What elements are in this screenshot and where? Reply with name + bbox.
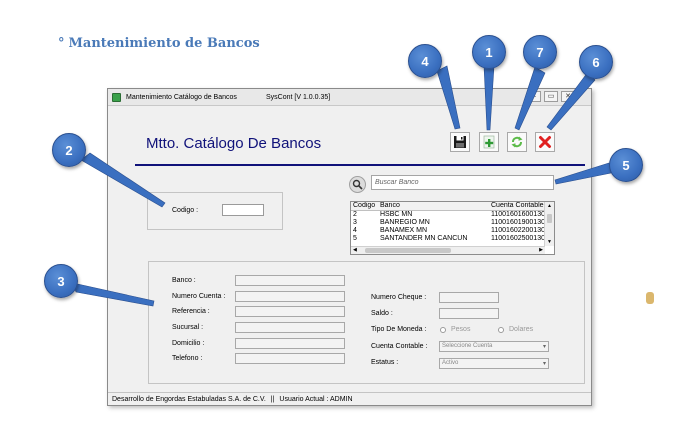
cuenta-contable-select[interactable]: Seleccione Cuenta ▾ bbox=[439, 341, 549, 352]
minimize-icon[interactable]: – bbox=[527, 91, 541, 102]
grid-vertical-scrollbar[interactable]: ▲ ▼ bbox=[544, 202, 554, 246]
save-icon bbox=[454, 136, 466, 148]
close-icon[interactable]: ✕ bbox=[561, 91, 575, 102]
row-banco: BANREGIO MN bbox=[380, 219, 430, 226]
domicilio-label: Domicilio : bbox=[172, 340, 205, 347]
form-title: Mtto. Catálogo De Bancos bbox=[146, 135, 322, 152]
callout-badge-7: 7 bbox=[523, 35, 557, 69]
telefono-label: Telefono : bbox=[172, 355, 203, 362]
window-title: Mantenimiento Catálogo de Bancos bbox=[126, 94, 237, 101]
row-banco: SANTANDER MN CANCUN bbox=[380, 235, 468, 242]
row-cuenta: 11001602200130 bbox=[491, 227, 545, 234]
dolares-radio[interactable] bbox=[498, 327, 504, 333]
estatus-value: Activo bbox=[442, 360, 459, 366]
tipo-moneda-label: Tipo De Moneda : bbox=[371, 326, 427, 333]
title-divider bbox=[135, 164, 585, 166]
codigo-label: Codigo : bbox=[172, 207, 199, 214]
row-cuenta: 11001601600130 bbox=[491, 211, 545, 218]
save-button[interactable] bbox=[450, 132, 470, 152]
row-banco: BANAMEX MN bbox=[380, 227, 428, 234]
callout-badge-3: 3 bbox=[44, 264, 78, 298]
decorative-blotch bbox=[646, 292, 654, 304]
grid-horizontal-scrollbar[interactable]: ◀ ▶ bbox=[351, 246, 545, 254]
chevron-down-icon: ▾ bbox=[542, 361, 546, 367]
search-button[interactable] bbox=[349, 176, 366, 193]
telefono-field[interactable] bbox=[235, 353, 345, 364]
status-company: Desarrollo de Engordas Estabuladas S.A. … bbox=[112, 396, 266, 403]
table-row[interactable]: 5 SANTANDER MN CANCUN 11001602500130 bbox=[351, 235, 545, 242]
status-bar: Desarrollo de Engordas Estabuladas S.A. … bbox=[108, 392, 591, 405]
add-button[interactable] bbox=[479, 132, 499, 152]
codigo-group: Codigo : bbox=[147, 192, 283, 230]
maximize-icon[interactable]: ▭ bbox=[544, 91, 558, 102]
heading-bullet: ° bbox=[58, 36, 65, 51]
scroll-up-icon[interactable]: ▲ bbox=[547, 203, 552, 209]
status-user: Usuario Actual : ADMIN bbox=[279, 396, 353, 403]
search-input[interactable]: Buscar Banco bbox=[371, 175, 554, 190]
window-version: SysCont [V 1.0.0.35] bbox=[266, 94, 331, 101]
delete-button[interactable] bbox=[535, 132, 555, 152]
title-bar: Mantenimiento Catálogo de Bancos SysCont… bbox=[108, 89, 591, 106]
row-banco: HSBC MN bbox=[380, 211, 413, 218]
row-codigo: 2 bbox=[353, 211, 357, 218]
saldo-field[interactable] bbox=[439, 308, 499, 319]
table-row[interactable]: 2 HSBC MN 11001601600130 bbox=[351, 211, 545, 219]
sucursal-label: Sucursal : bbox=[172, 324, 204, 331]
estatus-label: Estatus : bbox=[371, 359, 399, 366]
table-row[interactable]: 4 BANAMEX MN 11001602200130 bbox=[351, 227, 545, 235]
chevron-down-icon: ▾ bbox=[542, 344, 546, 350]
magnifier-icon bbox=[352, 179, 363, 190]
row-codigo: 4 bbox=[353, 227, 357, 234]
column-header[interactable]: Banco bbox=[380, 202, 488, 209]
numero-cuenta-field[interactable] bbox=[235, 291, 345, 302]
domicilio-field[interactable] bbox=[235, 338, 345, 349]
numero-cuenta-label: Numero Cuenta : bbox=[172, 293, 226, 300]
document-heading: ° Mantenimiento de Bancos bbox=[58, 36, 260, 51]
column-header[interactable]: Codigo bbox=[353, 202, 377, 209]
row-cuenta: 11001601900130 bbox=[491, 219, 545, 226]
delete-icon bbox=[539, 136, 551, 148]
row-codigo: 3 bbox=[353, 219, 357, 226]
callout-badge-5: 5 bbox=[609, 148, 643, 182]
callout-badge-4: 4 bbox=[408, 44, 442, 78]
callout-badge-2: 2 bbox=[52, 133, 86, 167]
scroll-thumb[interactable] bbox=[365, 248, 451, 253]
pesos-radio-label: Pesos bbox=[451, 326, 471, 333]
referencia-label: Referencia : bbox=[172, 308, 210, 315]
refresh-button[interactable] bbox=[507, 132, 527, 152]
row-cuenta: 11001602500130 bbox=[491, 235, 545, 242]
heading-text: Mantenimiento de Bancos bbox=[68, 36, 260, 51]
referencia-field[interactable] bbox=[235, 306, 345, 317]
scroll-right-icon[interactable]: ▶ bbox=[539, 247, 543, 253]
sucursal-field[interactable] bbox=[235, 322, 345, 333]
app-window: Mantenimiento Catálogo de Bancos SysCont… bbox=[107, 88, 592, 406]
column-header[interactable]: Cuenta Contable bbox=[491, 202, 545, 209]
details-group: Banco : Numero Cuenta : Referencia : Suc… bbox=[148, 261, 585, 384]
dolares-radio-label: Dolares bbox=[509, 326, 534, 333]
pesos-radio[interactable] bbox=[440, 327, 446, 333]
saldo-label: Saldo : bbox=[371, 310, 393, 317]
numero-cheque-label: Numero Cheque : bbox=[371, 294, 427, 301]
status-separator: || bbox=[270, 396, 275, 403]
estatus-select[interactable]: Activo ▾ bbox=[439, 358, 549, 369]
cuenta-contable-value: Seleccione Cuenta bbox=[442, 343, 493, 349]
cuenta-contable-label: Cuenta Contable : bbox=[371, 343, 428, 350]
grid-header: Codigo Banco Cuenta Contable bbox=[351, 202, 545, 211]
callout-badge-6: 6 bbox=[579, 45, 613, 79]
codigo-input[interactable] bbox=[222, 204, 264, 216]
banco-field[interactable] bbox=[235, 275, 345, 286]
scroll-thumb[interactable] bbox=[547, 214, 552, 223]
banco-label: Banco : bbox=[172, 277, 196, 284]
app-icon bbox=[112, 93, 121, 102]
add-icon bbox=[483, 135, 495, 149]
scroll-left-icon[interactable]: ◀ bbox=[353, 247, 357, 253]
numero-cheque-field[interactable] bbox=[439, 292, 499, 303]
bank-grid[interactable]: Codigo Banco Cuenta Contable 2 HSBC MN 1… bbox=[350, 201, 555, 255]
refresh-icon bbox=[511, 136, 523, 148]
table-row[interactable]: 3 BANREGIO MN 11001601900130 bbox=[351, 219, 545, 227]
callout-badge-1: 1 bbox=[472, 35, 506, 69]
row-codigo: 5 bbox=[353, 235, 357, 242]
scroll-down-icon[interactable]: ▼ bbox=[547, 239, 552, 245]
